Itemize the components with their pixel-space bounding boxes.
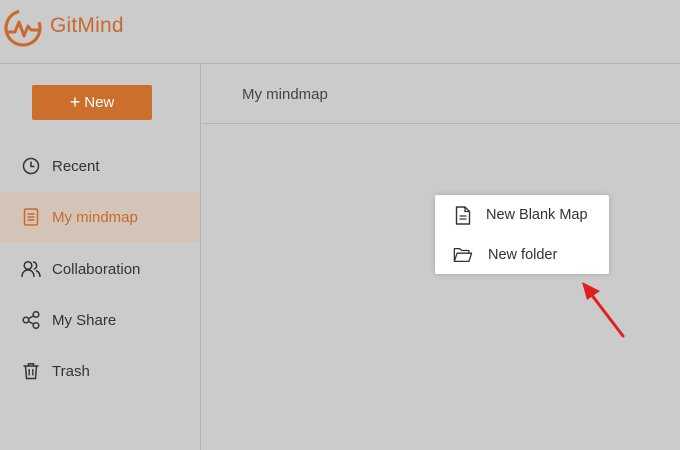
- sidebar-item-trash[interactable]: Trash: [0, 346, 200, 396]
- sidebar-item-my-mindmap[interactable]: My mindmap: [0, 192, 200, 242]
- sidebar-item-my-share[interactable]: My Share: [0, 295, 200, 345]
- folder-open-icon: [453, 245, 473, 265]
- sidebar-item-label: Collaboration: [52, 260, 141, 278]
- content-header: My mindmap: [202, 64, 680, 124]
- page-title: My mindmap: [242, 86, 328, 103]
- plus-icon: +: [69, 92, 81, 112]
- gitmind-logo-icon: [4, 9, 42, 47]
- users-icon: [21, 259, 41, 279]
- sidebar-item-collaboration[interactable]: Collaboration: [0, 244, 200, 294]
- sidebar-item-label: Trash: [52, 362, 90, 380]
- new-blank-map-label: New Blank Map: [486, 207, 588, 223]
- new-button-label: New: [84, 94, 115, 111]
- top-bar: GitMind: [0, 0, 680, 64]
- sidebar-item-label: My mindmap: [52, 208, 138, 226]
- new-button[interactable]: + New: [32, 85, 152, 120]
- new-folder-item[interactable]: New folder: [435, 236, 609, 274]
- sidebar-item-recent[interactable]: Recent: [0, 141, 200, 191]
- new-blank-map-item[interactable]: New Blank Map: [435, 196, 609, 234]
- annotation-arrow-icon: [582, 282, 625, 338]
- context-menu: New Blank Map New folder: [435, 195, 609, 274]
- share-icon: [21, 310, 41, 330]
- new-folder-label: New folder: [488, 247, 558, 263]
- sidebar-item-label: Recent: [52, 157, 100, 175]
- document-icon: [21, 207, 41, 227]
- clock-icon: [21, 156, 41, 176]
- sidebar: + New Recent My mindmap Collaboration My…: [0, 64, 201, 450]
- trash-icon: [21, 361, 41, 381]
- brand-name: GitMind: [50, 14, 124, 37]
- file-icon: [453, 205, 473, 225]
- sidebar-item-label: My Share: [52, 311, 117, 329]
